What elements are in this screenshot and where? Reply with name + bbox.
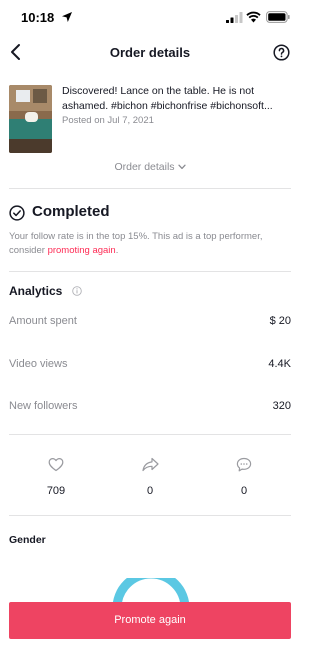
metric-value: $ 20 bbox=[269, 315, 291, 327]
engagement-shares: 0 bbox=[120, 457, 180, 497]
metric-label: Video views bbox=[9, 358, 68, 370]
metric-row-new-followers: New followers 320 bbox=[9, 400, 291, 418]
comments-count: 0 bbox=[240, 485, 248, 497]
divider bbox=[9, 434, 291, 435]
engagement-likes: 709 bbox=[26, 457, 86, 497]
share-icon bbox=[141, 457, 159, 472]
engagement-comments: 0 bbox=[214, 457, 274, 497]
metric-value: 4.4K bbox=[268, 358, 291, 370]
analytics-title: Analytics bbox=[9, 284, 63, 298]
divider bbox=[9, 188, 291, 189]
status-bar: 10:18 bbox=[0, 0, 300, 34]
status-title: Completed bbox=[32, 203, 110, 220]
gender-title: Gender bbox=[9, 534, 46, 546]
ad-thumbnail[interactable] bbox=[9, 85, 52, 153]
chevron-down-icon bbox=[177, 164, 186, 170]
question-circle-icon[interactable] bbox=[273, 44, 290, 61]
status-time: 10:18 bbox=[21, 10, 55, 25]
wifi-icon bbox=[246, 11, 261, 23]
heart-icon bbox=[48, 458, 64, 472]
posted-date: Posted on Jul 7, 2021 bbox=[62, 115, 154, 126]
promote-again-link[interactable]: promoting again bbox=[48, 245, 116, 256]
info-icon[interactable] bbox=[72, 286, 82, 296]
ad-card[interactable]: Discovered! Lance on the table. He is no… bbox=[9, 80, 293, 156]
likes-count: 709 bbox=[46, 485, 66, 497]
status-description-suffix: . bbox=[115, 244, 119, 256]
order-details-toggle[interactable]: Order details bbox=[0, 161, 300, 173]
metric-row-amount-spent: Amount spent $ 20 bbox=[9, 315, 291, 333]
divider bbox=[9, 271, 291, 272]
page-title: Order details bbox=[109, 45, 191, 60]
ad-caption-line: ashamed. #bichon #bichonfrise #bichonsof… bbox=[62, 100, 273, 112]
battery-icon bbox=[266, 11, 290, 23]
shares-count: 0 bbox=[146, 485, 154, 497]
metric-label: New followers bbox=[9, 400, 78, 412]
divider bbox=[9, 515, 291, 516]
promote-again-button[interactable]: Promote again bbox=[9, 602, 291, 639]
location-arrow-icon bbox=[62, 12, 72, 22]
ad-caption-line: Discovered! Lance on the table. He is no… bbox=[62, 85, 255, 97]
metric-row-video-views: Video views 4.4K bbox=[9, 358, 291, 376]
order-details-toggle-label: Order details bbox=[114, 161, 175, 173]
nav-bar: Order details bbox=[0, 34, 300, 72]
metric-value: 320 bbox=[272, 400, 291, 412]
cellular-signal-icon bbox=[226, 12, 243, 23]
ad-caption: Discovered! Lance on the table. He is no… bbox=[62, 84, 294, 114]
metric-label: Amount spent bbox=[9, 315, 77, 327]
check-circle-icon bbox=[9, 205, 25, 221]
status-description: Your follow rate is in the top 15%. This… bbox=[9, 230, 293, 257]
comment-icon bbox=[236, 457, 252, 472]
